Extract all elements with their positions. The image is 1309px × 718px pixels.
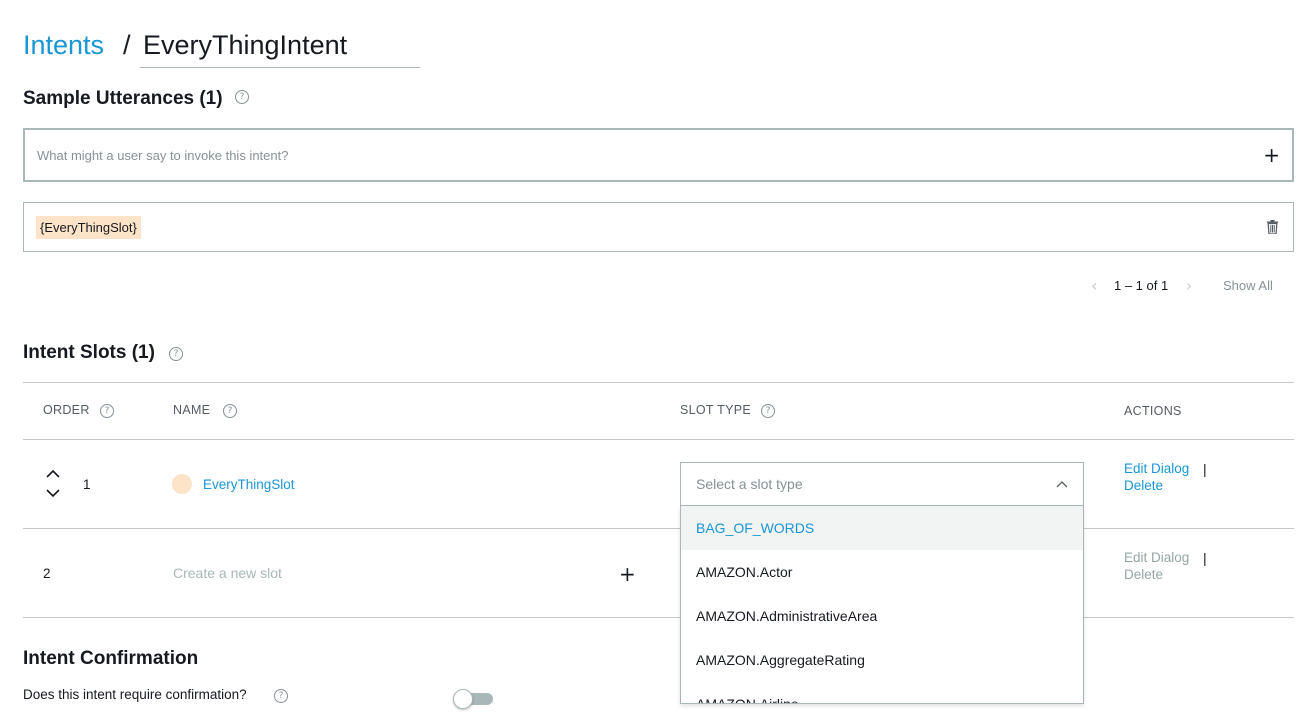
slot-order: 2 — [43, 566, 51, 581]
column-header-slot-type: SLOT TYPE — [680, 403, 752, 417]
chevron-up-icon[interactable] — [46, 469, 60, 478]
question-circle-icon[interactable]: ? — [761, 404, 775, 418]
sample-utterances-title: Sample Utterances (1) — [23, 88, 223, 109]
confirmation-toggle[interactable] — [453, 689, 493, 709]
slot-type-option[interactable]: BAG_OF_WORDS — [681, 506, 1083, 550]
slot-type-option[interactable]: AMAZON.Actor — [681, 550, 1083, 594]
slot-type-dropdown: BAG_OF_WORDS AMAZON.Actor AMAZON.Adminis… — [680, 506, 1084, 704]
delete-slot-link[interactable]: Delete — [1124, 567, 1163, 582]
slot-type-option[interactable]: AMAZON.AdministrativeArea — [681, 594, 1083, 638]
edit-dialog-link[interactable]: Edit Dialog — [1124, 461, 1189, 476]
edit-dialog-link[interactable]: Edit Dialog — [1124, 550, 1189, 565]
slot-token[interactable]: {EveryThingSlot} — [36, 215, 141, 239]
intent-slots-title: Intent Slots (1) — [23, 342, 155, 363]
chevron-down-icon[interactable] — [46, 489, 60, 498]
action-separator: | — [1203, 550, 1207, 566]
confirmation-question: Does this intent require confirmation? — [23, 687, 247, 702]
toggle-knob — [453, 689, 473, 709]
slot-type-placeholder: Select a slot type — [696, 476, 803, 492]
utterance-placeholder: What might a user say to invoke this int… — [37, 147, 289, 163]
plus-icon[interactable]: + — [1263, 145, 1280, 165]
delete-slot-link[interactable]: Delete — [1124, 478, 1163, 493]
show-all-button[interactable]: Show All — [1223, 278, 1273, 293]
trash-icon[interactable] — [1267, 220, 1278, 234]
pager-range: 1 – 1 of 1 — [1114, 278, 1169, 293]
new-slot-input[interactable]: Create a new slot — [173, 565, 282, 581]
slot-type-option[interactable]: AMAZON.Airline — [681, 682, 1083, 703]
chevron-right-icon[interactable]: › — [1186, 276, 1192, 295]
question-circle-icon[interactable]: ? — [169, 347, 183, 361]
slot-color-dot — [172, 474, 192, 494]
chevron-up-icon[interactable] — [1056, 480, 1068, 488]
plus-icon[interactable]: + — [619, 564, 636, 584]
slot-type-select[interactable]: Select a slot type — [680, 462, 1084, 506]
table-top-divider — [23, 382, 1294, 383]
utterance-input[interactable]: What might a user say to invoke this int… — [23, 128, 1294, 182]
question-circle-icon[interactable]: ? — [223, 404, 237, 418]
breadcrumb-intents-link[interactable]: Intents — [23, 30, 104, 61]
column-header-name: NAME — [173, 403, 211, 417]
utterance-row: {EveryThingSlot} — [23, 202, 1294, 252]
action-separator: | — [1203, 461, 1207, 477]
table-header-divider — [23, 439, 1294, 440]
intent-name-field[interactable]: EveryThingIntent — [143, 30, 347, 61]
column-header-order: ORDER — [43, 403, 90, 417]
table-bottom-divider — [23, 617, 1294, 618]
slot-name-link[interactable]: EveryThingSlot — [203, 477, 295, 492]
slot-order: 1 — [83, 477, 91, 492]
column-header-actions: ACTIONS — [1124, 404, 1182, 418]
slot-type-option[interactable]: AMAZON.AggregateRating — [681, 638, 1083, 682]
intent-confirmation-title: Intent Confirmation — [23, 648, 199, 669]
breadcrumb-separator: / — [123, 30, 131, 60]
row-divider — [23, 528, 1294, 529]
chevron-left-icon[interactable]: ‹ — [1091, 276, 1097, 295]
question-circle-icon[interactable]: ? — [100, 404, 114, 418]
question-circle-icon[interactable]: ? — [274, 689, 288, 703]
intent-name-underline — [140, 67, 420, 68]
question-circle-icon[interactable]: ? — [235, 90, 249, 104]
